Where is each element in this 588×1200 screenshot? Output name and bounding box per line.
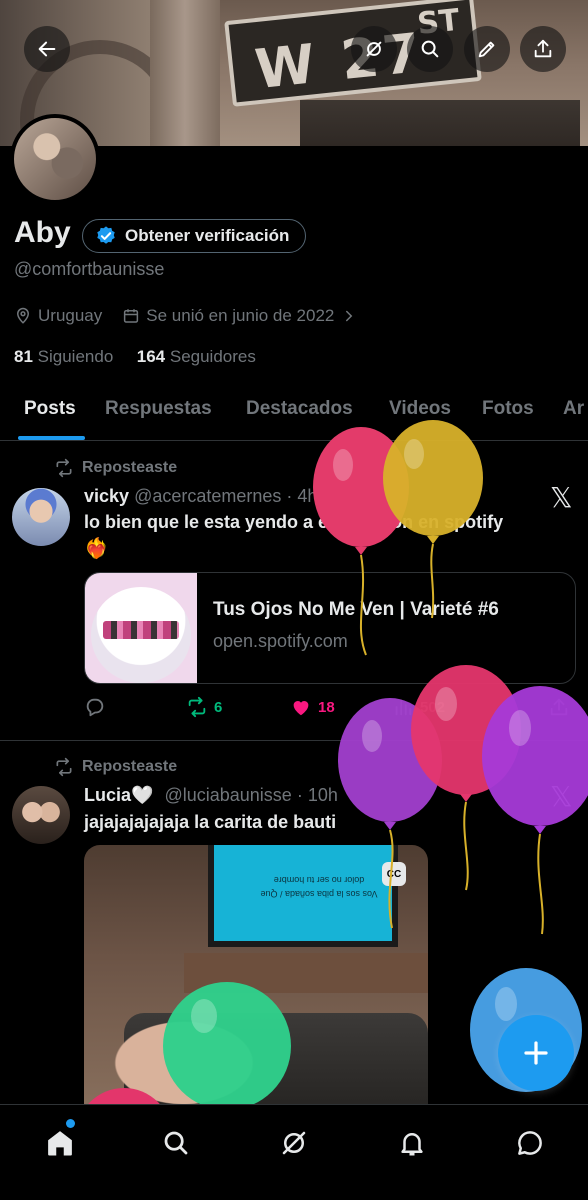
avatar[interactable]: [12, 488, 70, 546]
street-sign-text: W 27: [252, 20, 428, 102]
album-art-figures: [103, 621, 179, 639]
grok-button[interactable]: [351, 26, 397, 72]
calendar-icon: [124, 309, 139, 323]
profile-location: Uruguay: [38, 306, 103, 325]
post-author[interactable]: Lucia🤍 @luciabaunisse · 10h: [84, 785, 338, 806]
tab-photos[interactable]: Fotos: [482, 398, 534, 420]
message-icon: [518, 1131, 542, 1155]
tab-highlights[interactable]: Destacados: [246, 398, 353, 420]
repost-indicator: Reposteaste: [54, 458, 177, 478]
avatar[interactable]: [12, 786, 70, 844]
tab-posts[interactable]: Posts: [24, 398, 76, 420]
nav-grok[interactable]: [274, 1123, 314, 1163]
banner-pillar: [150, 0, 220, 146]
follow-stats: 81 Siguiendo 164 Seguidores: [14, 347, 256, 367]
bell-icon: [401, 1133, 423, 1156]
share-icon: [534, 39, 552, 58]
search-icon: [421, 40, 439, 58]
bottom-nav: [0, 1104, 588, 1200]
tab-videos[interactable]: Videos: [389, 398, 451, 420]
followers-label: Seguidores: [169, 347, 256, 366]
plus-icon: [524, 1041, 548, 1065]
repost-indicator: Reposteaste: [54, 757, 177, 777]
balloon: [380, 418, 486, 619]
search-icon: [164, 1131, 188, 1155]
nav-notifications[interactable]: [392, 1123, 432, 1163]
followers-link[interactable]: 164 Seguidores: [137, 347, 256, 366]
repost-icon: [56, 458, 72, 478]
search-button[interactable]: [407, 26, 453, 72]
nav-search[interactable]: [156, 1123, 196, 1163]
nav-messages[interactable]: [510, 1123, 550, 1163]
tab-replies[interactable]: Respuestas: [105, 398, 212, 420]
repost-count: 6: [214, 698, 223, 716]
verified-badge-icon: [97, 226, 115, 244]
author-handle: @acercatemernes: [134, 486, 282, 506]
author-handle: @luciabaunisse: [164, 785, 292, 805]
author-name: vicky: [84, 486, 130, 506]
profile-handle: @comfortbaunisse: [14, 259, 165, 279]
back-button[interactable]: [24, 26, 70, 72]
repost-button[interactable]: 6: [186, 696, 222, 718]
reply-icon: [86, 698, 104, 717]
location-pin-icon: [16, 307, 30, 324]
following-link[interactable]: 81 Siguiendo: [14, 347, 113, 366]
following-label: Siguiendo: [37, 347, 114, 366]
balloon: [162, 980, 292, 1110]
active-tab-indicator: [18, 436, 85, 440]
post-author[interactable]: vicky @acercatemernes · 4h: [84, 486, 317, 507]
pencil-icon: [478, 41, 495, 58]
x-logo-icon: 𝕏: [550, 481, 573, 514]
home-notification-dot: [66, 1119, 75, 1128]
profile-avatar[interactable]: [10, 114, 100, 204]
home-icon: [48, 1131, 72, 1156]
repost-icon: [188, 696, 206, 718]
reply-button[interactable]: [84, 696, 106, 718]
following-count: 81: [14, 347, 33, 366]
like-button[interactable]: 18: [290, 696, 335, 718]
get-verified-label: Obtener verificación: [125, 226, 290, 245]
edit-button[interactable]: [464, 26, 510, 72]
repost-icon: [56, 757, 72, 777]
profile-join-date: Se unió en junio de 2022: [146, 306, 335, 325]
profile-meta: Uruguay Se unió en junio de 2022: [14, 306, 358, 326]
grok-icon: [282, 1131, 306, 1155]
grok-icon: [366, 41, 382, 57]
nav-home[interactable]: [40, 1123, 80, 1163]
post-text: jajajajajajaja la carita de bauti: [84, 812, 337, 832]
followers-count: 164: [136, 347, 166, 366]
banner-window: [300, 100, 580, 146]
get-verified-button[interactable]: Obtener verificación: [82, 219, 307, 253]
post-time: · 10h: [296, 785, 338, 805]
tab-articles[interactable]: Ar: [563, 398, 584, 420]
link-card-thumbnail: [85, 573, 197, 683]
like-count: 18: [318, 698, 335, 716]
compose-post-button[interactable]: [498, 1015, 574, 1091]
balloon: [480, 684, 588, 935]
arrow-left-icon: [38, 41, 56, 57]
author-name: Lucia🤍: [84, 785, 154, 805]
balloon: [74, 1086, 174, 1104]
profile-banner[interactable]: W 27 ST: [0, 0, 588, 146]
share-button[interactable]: [520, 26, 566, 72]
chevron-right-icon[interactable]: [340, 307, 358, 325]
profile-name: Aby: [14, 216, 71, 249]
heart-icon: [293, 701, 309, 716]
repost-label: Reposteaste: [82, 459, 178, 476]
repost-label: Reposteaste: [82, 758, 178, 775]
post-emoji: ❤️‍🔥: [84, 538, 109, 560]
profile-tabs: Posts Respuestas Destacados Videos Fotos…: [0, 384, 588, 441]
